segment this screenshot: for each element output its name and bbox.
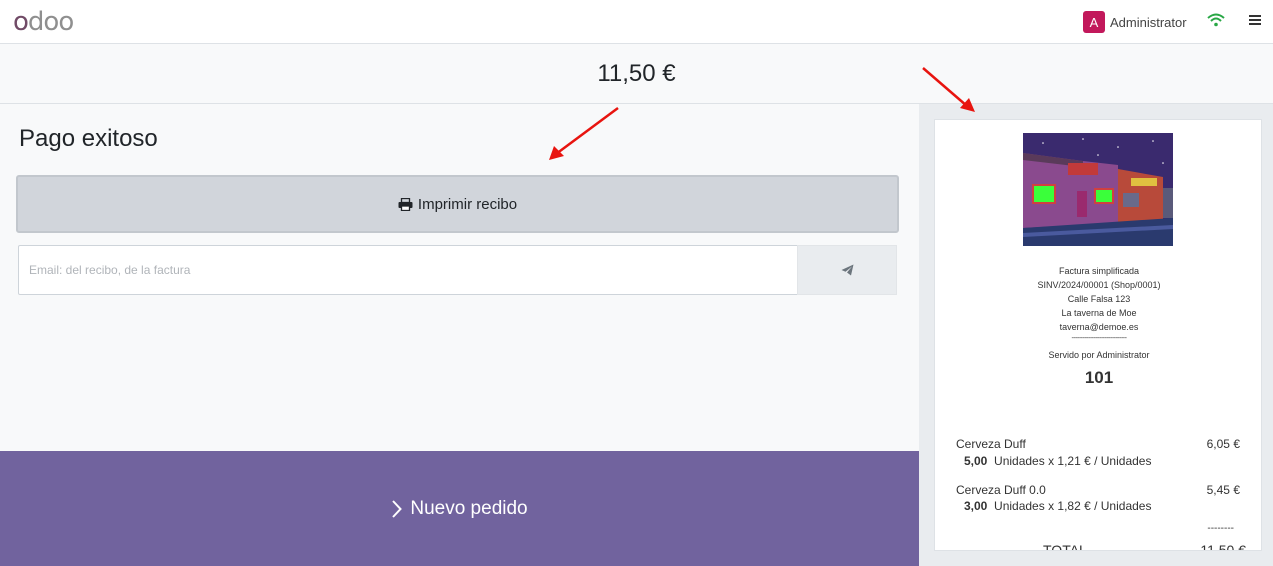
receipt-header-line: Factura simplificada — [1058, 266, 1140, 276]
top-navbar: odoo A Administrator — [0, 0, 1273, 44]
receipt-header-line: Servido por Administrator — [1048, 350, 1150, 360]
print-receipt-button[interactable]: Imprimir recibo — [16, 175, 899, 233]
new-order-button[interactable]: Nuevo pedido — [0, 451, 919, 566]
wifi-icon[interactable] — [1207, 13, 1225, 27]
receipt-line-qty: 3,00 Unidades x 1,82 € / Unidades — [964, 499, 1152, 513]
receipt-header-line: Calle Falsa 123 — [1067, 294, 1131, 304]
receipt-header-line: taverna@demoe.es — [1059, 322, 1139, 332]
printer-icon — [398, 197, 413, 211]
receipt-preview: Factura simplificada SINV/2024/00001 (Sh… — [934, 119, 1262, 551]
email-input[interactable] — [18, 245, 798, 295]
page-title: Pago exitoso — [19, 125, 158, 152]
receipt-line-price: 6,05 € — [1206, 437, 1240, 451]
company-logo-image — [1023, 133, 1173, 246]
amount-bar: 11,50 € — [0, 44, 1273, 104]
user-menu[interactable]: A Administrator — [1083, 10, 1187, 34]
receipt-line-price: 5,45 € — [1206, 483, 1240, 497]
new-order-label: Nuevo pedido — [410, 497, 528, 519]
payment-amount: 11,50 € — [597, 59, 676, 87]
avatar: A — [1083, 11, 1105, 33]
paper-plane-icon — [841, 264, 853, 276]
total-value: 11,50 € — [1200, 542, 1246, 551]
receipt-line-qty: 5,00 Unidades x 1,21 € / Unidades — [964, 454, 1152, 468]
receipt-header-line: La taverna de Moe — [1061, 308, 1137, 318]
receipt-header-line: SINV/2024/00001 (Shop/0001) — [1037, 280, 1161, 290]
receipt-line-name: Cerveza Duff — [956, 437, 1026, 451]
total-separator: -------- — [1207, 523, 1234, 534]
print-receipt-label: Imprimir recibo — [417, 195, 518, 213]
hamburger-menu-icon[interactable] — [1249, 15, 1261, 25]
odoo-logo[interactable]: odoo — [13, 7, 74, 37]
receipt-divider: ------------------------------ — [1071, 335, 1127, 342]
chevron-right-icon — [392, 499, 403, 518]
order-number: 101 — [1084, 368, 1114, 387]
total-label: TOTAL — [1043, 542, 1087, 551]
send-email-button[interactable] — [797, 245, 897, 295]
user-name: Administrator — [1110, 14, 1187, 30]
payment-pane: Pago exitoso Imprimir recibo — [0, 104, 919, 451]
receipt-line-name: Cerveza Duff 0.0 — [956, 483, 1046, 497]
